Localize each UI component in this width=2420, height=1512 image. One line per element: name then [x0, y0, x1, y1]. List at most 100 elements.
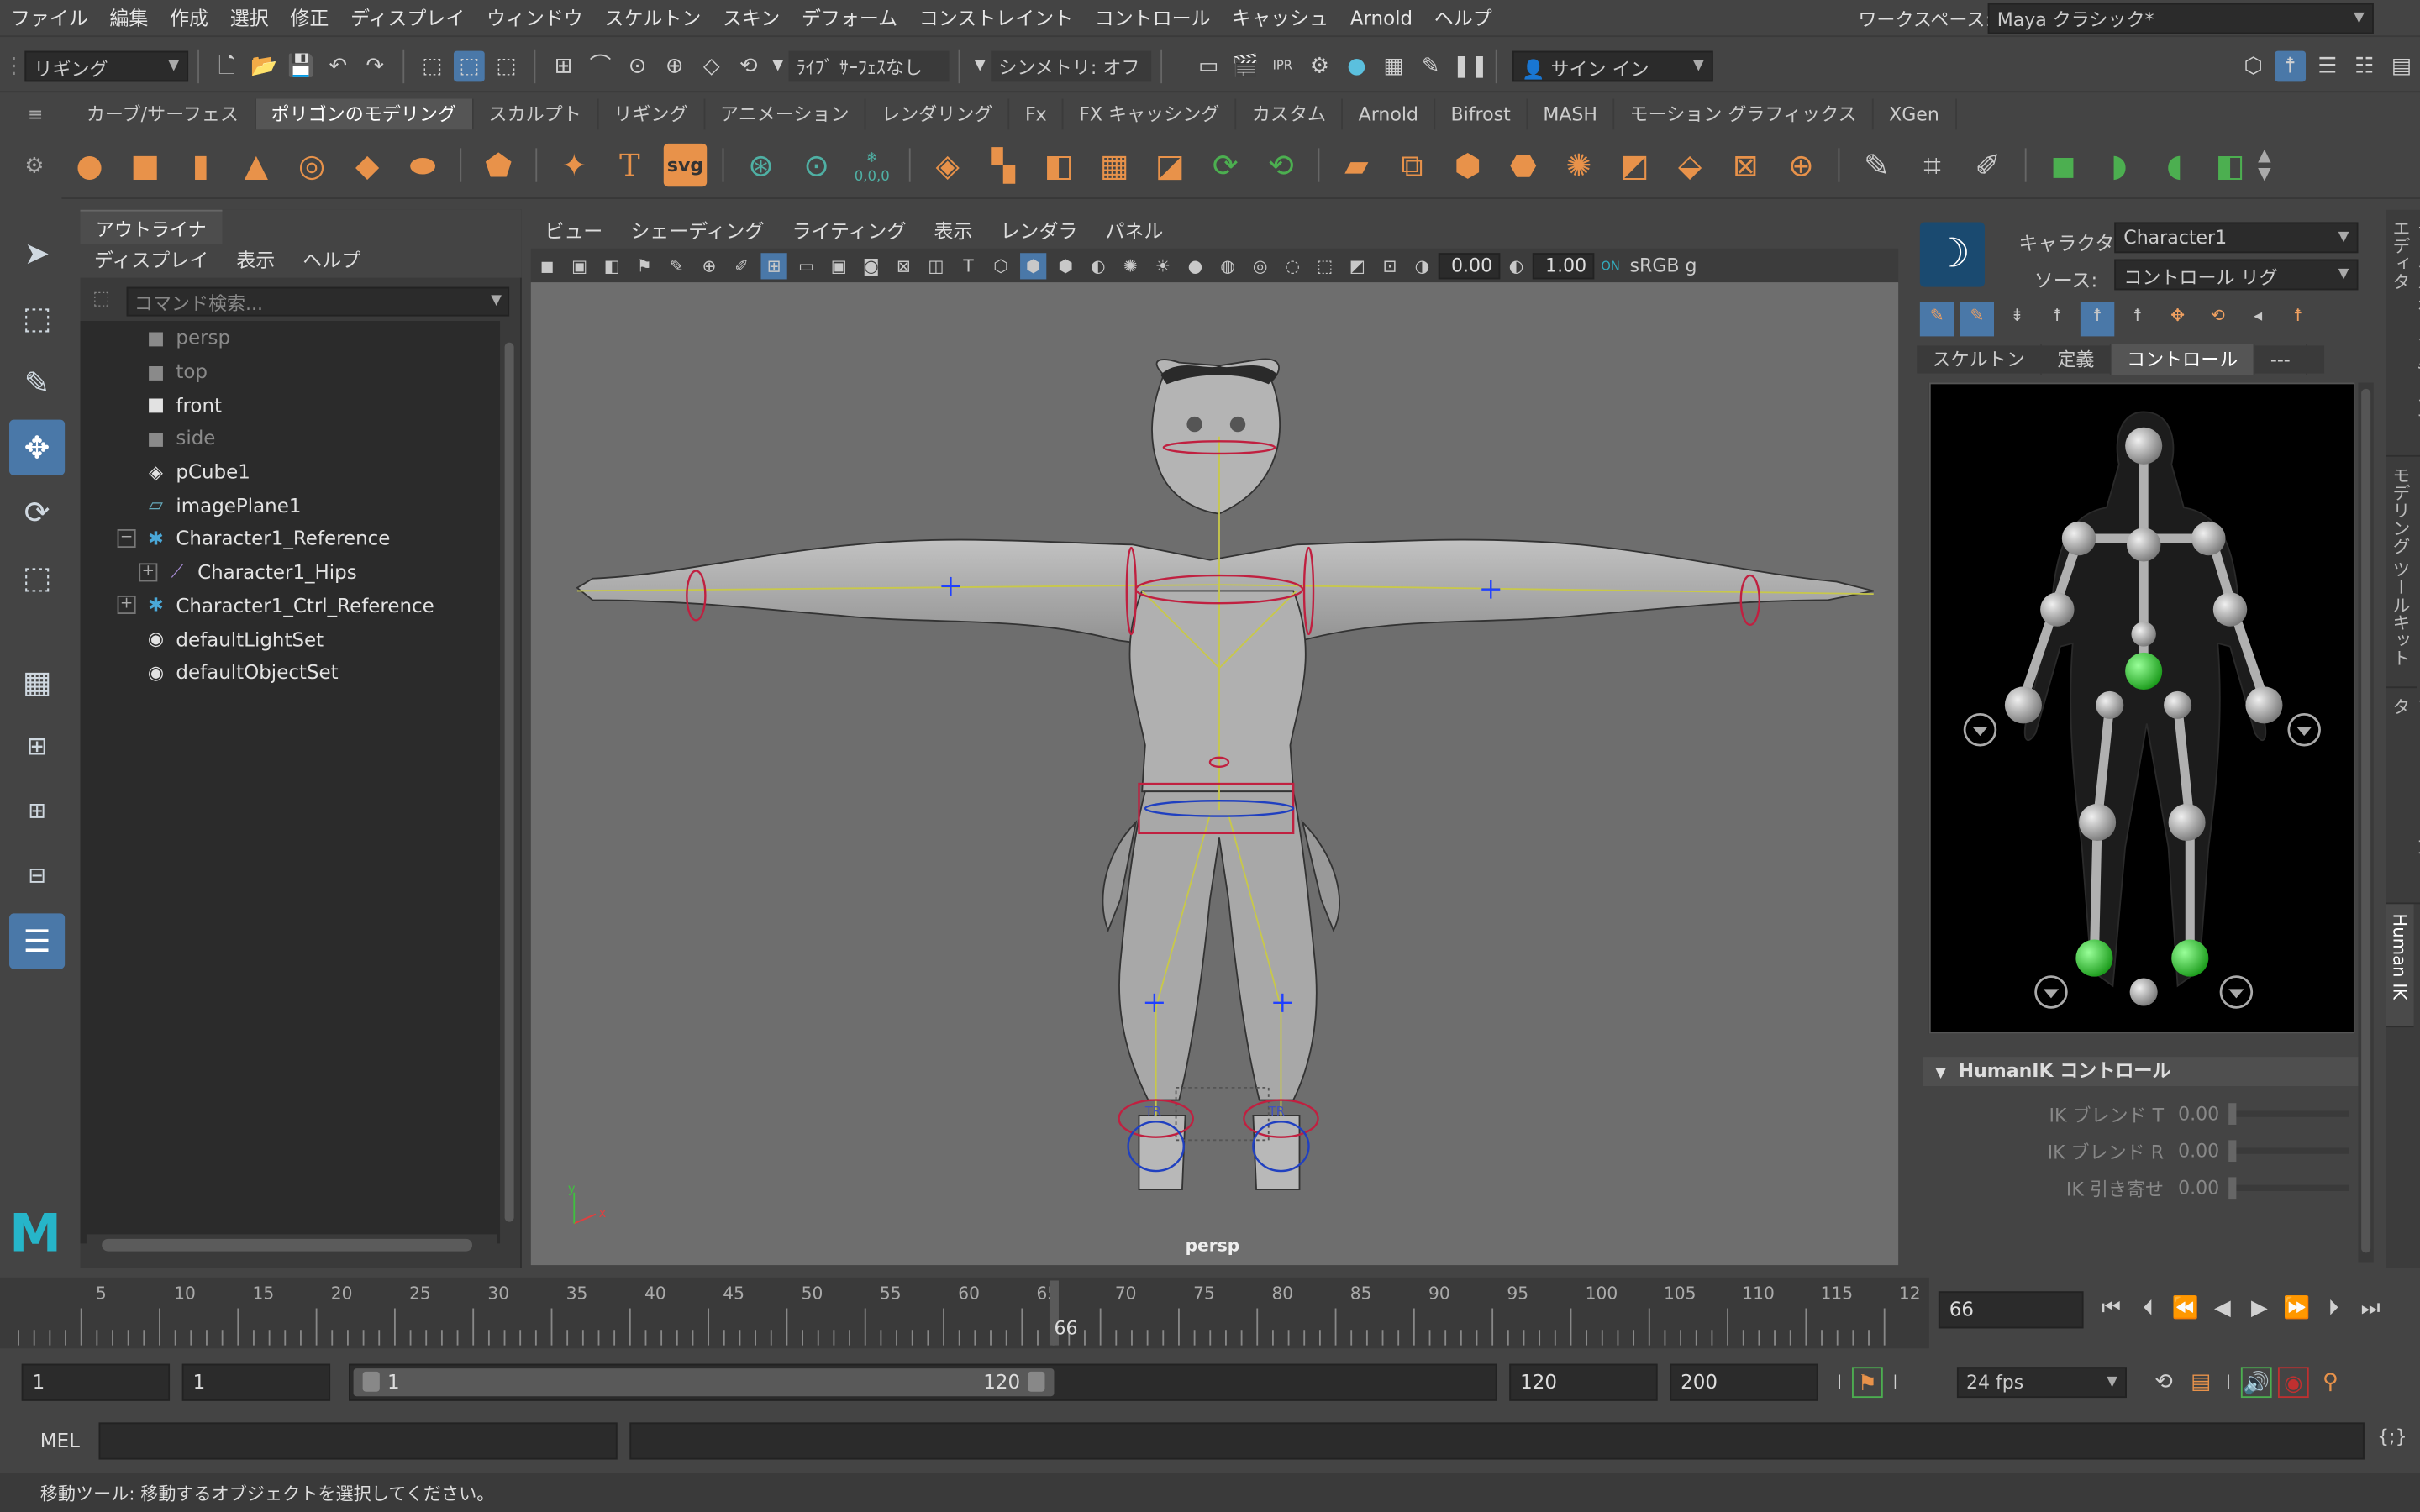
scale-tool-icon[interactable]: ⬚	[9, 549, 65, 605]
2d-pan-zoom-icon[interactable]: ⊕	[696, 252, 722, 278]
textured-icon[interactable]: ◐	[1085, 252, 1111, 278]
smooth-shade-icon[interactable]: ⬢	[1020, 252, 1047, 279]
menu-create[interactable]: 作成	[159, 1, 219, 34]
outliner-item-pcube1[interactable]: ◈ pCube1	[81, 454, 501, 488]
smooth-icon[interactable]: ◧	[1037, 143, 1080, 186]
save-scene-icon[interactable]: 💾	[286, 50, 317, 81]
snap-view-plane-icon[interactable]: ◇	[696, 50, 727, 81]
single-perspective-layout-icon[interactable]: ⊞	[9, 719, 65, 774]
separate-icon[interactable]: ▚	[981, 143, 1024, 186]
outliner-item-persp[interactable]: ■ persp	[81, 321, 501, 354]
pause-icon[interactable]: ❚❚	[1452, 50, 1488, 81]
hik-tab-skeleton[interactable]: スケルトン	[1917, 344, 2042, 375]
outliner-item-top[interactable]: ■ top	[81, 354, 501, 388]
sound-icon[interactable]: 🔊	[2240, 1367, 2272, 1399]
outliner-layout-icon[interactable]: ☰	[9, 913, 66, 969]
go-to-start-icon[interactable]: ⏮	[2096, 1293, 2127, 1324]
render-current-icon[interactable]: 🎬	[1230, 50, 1261, 81]
snap-curve-icon[interactable]: ⌒	[585, 50, 616, 81]
shelf-tab-fx[interactable]: Fx	[1010, 98, 1064, 130]
time-slider[interactable]: 5 10 15 20 25 30 35 40 45 50 55 60 65 70 75 80 85 90 95 100…	[0, 1277, 1929, 1349]
gamma-icon[interactable]: ◐	[1503, 252, 1529, 278]
select-tool-icon[interactable]: ➤	[9, 225, 65, 281]
side-tab-humanik[interactable]: Human IK	[2386, 904, 2414, 1028]
hik-left-hip-joint[interactable]	[2096, 690, 2124, 719]
exposure-icon[interactable]: ◑	[1409, 252, 1435, 278]
command-input[interactable]	[98, 1422, 618, 1460]
shelf-settings-icon[interactable]: ⚙	[24, 155, 44, 179]
field-chart-icon[interactable]: ⊠	[891, 252, 917, 278]
side-tab-channel-box[interactable]: チャネル ボックス/レイヤ エディタ	[2386, 210, 2420, 457]
scrollbar-thumb[interactable]	[102, 1238, 473, 1252]
hik-tab-more[interactable]: ---	[2255, 344, 2307, 375]
poly-plane-icon[interactable]: ◆	[345, 143, 388, 186]
hik-hips-joint[interactable]	[2125, 652, 2163, 690]
shelf-scroll-icon[interactable]: ▲ ▼	[2258, 145, 2271, 183]
poke-icon[interactable]: ◩	[1612, 143, 1655, 186]
hypershade-icon[interactable]: ●	[1341, 50, 1372, 81]
ik-pull-value[interactable]: 0.00	[2164, 1177, 2228, 1199]
side-tab-attribute-editor[interactable]: アトリビュート エディタ	[2386, 688, 2420, 905]
play-backwards-icon[interactable]: ◀	[2207, 1293, 2238, 1324]
play-forwards-icon[interactable]: ▶	[2244, 1293, 2275, 1324]
evaluation-mode-icon[interactable]: ◉	[2277, 1367, 2309, 1399]
camera-attributes-icon[interactable]: ▣	[566, 252, 592, 278]
menu-constraint[interactable]: コンストレイント	[908, 1, 1084, 34]
shelf-tab-sculpt[interactable]: スカルプト	[473, 98, 598, 130]
hik-head-joint[interactable]	[2125, 427, 2163, 465]
merge-icon[interactable]: ⊠	[1724, 143, 1767, 186]
menu-display[interactable]: ディスプレイ	[339, 1, 476, 34]
select-component-icon[interactable]: ⬚	[491, 50, 522, 81]
ik-blend-r-slider[interactable]	[2228, 1140, 2349, 1163]
viewport-menu-view[interactable]: ビュー	[531, 216, 617, 247]
mirror-cut-icon[interactable]: ⟲	[1260, 143, 1302, 186]
character-set-icon[interactable]: ⚲	[2315, 1367, 2346, 1398]
hik-left-elbow-joint[interactable]	[2040, 592, 2075, 627]
multi-cut-icon[interactable]: ✎	[1855, 143, 1898, 186]
chevron-down-icon[interactable]: ▼	[771, 50, 786, 81]
bookmark-icon[interactable]: ◧	[599, 252, 625, 278]
ik-blend-r-value[interactable]: 0.00	[2164, 1140, 2228, 1162]
wedge-icon[interactable]: ⬙	[1668, 143, 1711, 186]
outliner-menu-help[interactable]: ヘルプ	[289, 244, 375, 277]
anti-aliasing-icon[interactable]: ◎	[1247, 252, 1273, 278]
hik-right-ankle-joint[interactable]	[2171, 939, 2209, 977]
signin-dropdown[interactable]: 👤 サイン イン ▼	[1512, 50, 1713, 81]
viewport-menu-panels[interactable]: パネル	[1092, 216, 1177, 247]
hik-left-wrist-joint[interactable]	[2004, 686, 2042, 724]
outliner-item-defaultlightset[interactable]: ◉ defaultLightSet	[81, 622, 501, 656]
fill-hole-icon[interactable]: ⬣	[1502, 143, 1544, 186]
outliner-vertical-scrollbar[interactable]	[500, 321, 519, 1244]
script-editor-icon[interactable]: {;}	[2377, 1425, 2408, 1457]
wireframe-on-shaded-icon[interactable]: ⬢	[1053, 252, 1079, 278]
paint-select-tool-icon[interactable]: ✎	[9, 354, 65, 410]
shelf-tab-curves[interactable]: カーブ/サーフェス	[71, 98, 256, 130]
hik-left-shoulder-joint[interactable]	[2061, 521, 2096, 556]
script-language-toggle[interactable]: MEL	[40, 1429, 80, 1452]
shelf-tab-poly-modeling[interactable]: ポリゴンのモデリング	[255, 98, 474, 130]
edit-ik-icon[interactable]: ✎	[1960, 302, 1995, 337]
xray-icon[interactable]: ◩	[1344, 252, 1370, 278]
last-tool-icon[interactable]: ▦	[9, 654, 65, 710]
gamma-field[interactable]: 1.00	[1532, 252, 1595, 279]
loop-icon[interactable]: ⟲	[2149, 1367, 2180, 1398]
outliner-item-character1-hips[interactable]: + ⟋ Character1_Hips	[81, 555, 501, 589]
xray-joints-icon[interactable]: ⊡	[1376, 252, 1402, 278]
append-polygon-icon[interactable]: ✺	[1557, 143, 1600, 186]
scrollbar-thumb[interactable]	[504, 342, 514, 1222]
average-vertices-icon[interactable]: ▦	[1092, 143, 1135, 186]
pin-rotate-icon[interactable]: ⟲	[2201, 302, 2234, 336]
image-plane-toggle-icon[interactable]: ✎	[664, 252, 690, 278]
poly-torus-icon[interactable]: ◎	[290, 143, 333, 186]
humanik-toggle-icon[interactable]: ☨	[2275, 50, 2307, 81]
hik-right-knee-joint[interactable]	[2168, 803, 2206, 842]
ik-pull-slider[interactable]	[2228, 1177, 2349, 1200]
menu-modify[interactable]: 修正	[280, 1, 340, 34]
outliner-menu-display[interactable]: ディスプレイ	[81, 244, 223, 277]
redo-icon[interactable]: ↷	[360, 50, 391, 81]
hik-right-elbow-joint[interactable]	[2212, 592, 2248, 627]
outliner-search-input[interactable]: コマンド検索... ▼	[126, 286, 510, 317]
menu-skin[interactable]: スキン	[712, 1, 791, 34]
insert-edgeloop-icon[interactable]: ⌗	[1911, 143, 1954, 186]
new-scene-icon[interactable]: 🗋	[212, 50, 243, 81]
